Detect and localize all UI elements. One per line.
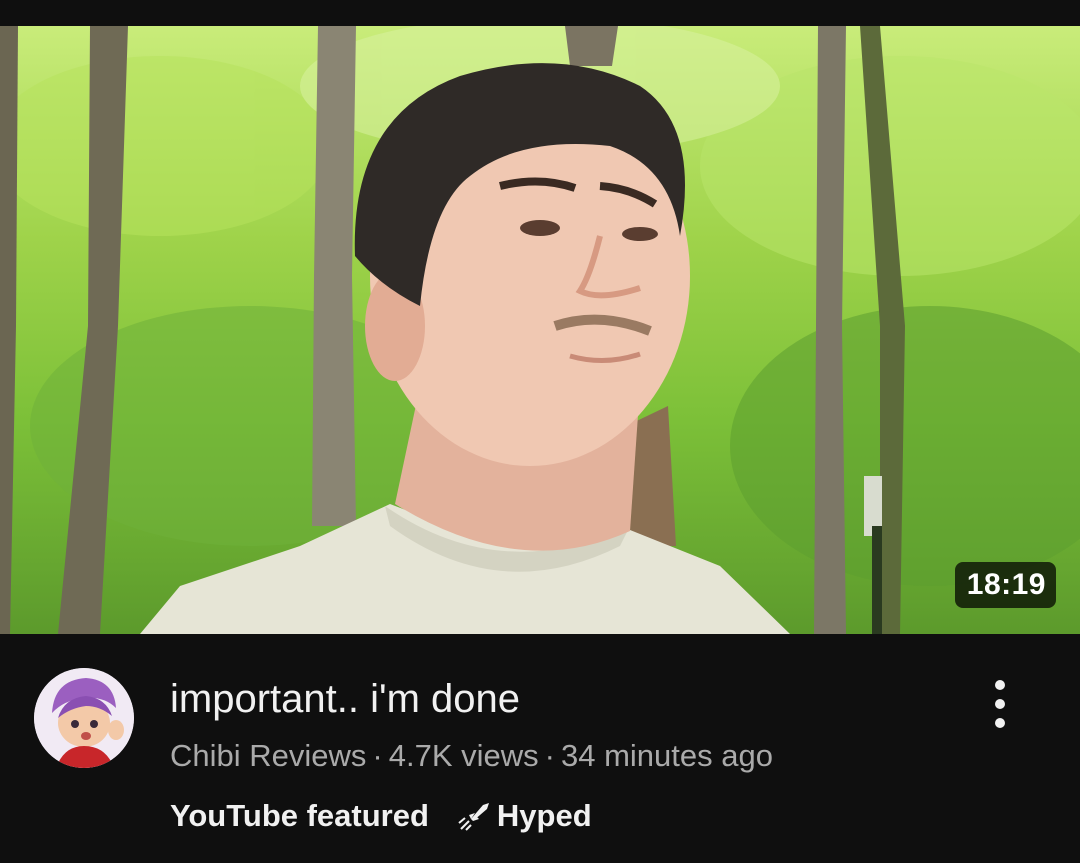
- hyped-label: Hyped: [496, 798, 592, 833]
- separator: ·: [544, 738, 555, 773]
- video-meta: important.. i'm done Chibi Reviews · 4.7K …: [0, 634, 1080, 863]
- thumbnail-image: [0, 26, 1080, 634]
- top-bar: [0, 0, 1080, 26]
- video-subline: Chibi Reviews · 4.7K views · 34 minutes ago: [170, 738, 773, 774]
- duration-badge: 18:19: [954, 562, 1056, 608]
- hyped-badge: Hyped: [457, 798, 592, 834]
- featured-badge: YouTube featured: [170, 798, 429, 833]
- avatar-image: [34, 668, 134, 768]
- view-count: 4.7K views: [388, 738, 539, 773]
- more-dot: [995, 699, 1005, 709]
- channel-name[interactable]: Chibi Reviews: [170, 738, 366, 773]
- channel-avatar[interactable]: [34, 668, 134, 768]
- video-title[interactable]: important.. i'm done: [170, 676, 950, 722]
- video-thumbnail[interactable]: 18:19: [0, 26, 1080, 634]
- more-dot: [995, 680, 1005, 690]
- more-dot: [995, 718, 1005, 728]
- separator: ·: [372, 738, 383, 773]
- badge-row: YouTube featured Hyped: [170, 798, 592, 834]
- hyped-rocket-icon: [458, 803, 489, 831]
- more-vert-icon[interactable]: [980, 674, 1020, 734]
- upload-age: 34 minutes ago: [560, 738, 773, 773]
